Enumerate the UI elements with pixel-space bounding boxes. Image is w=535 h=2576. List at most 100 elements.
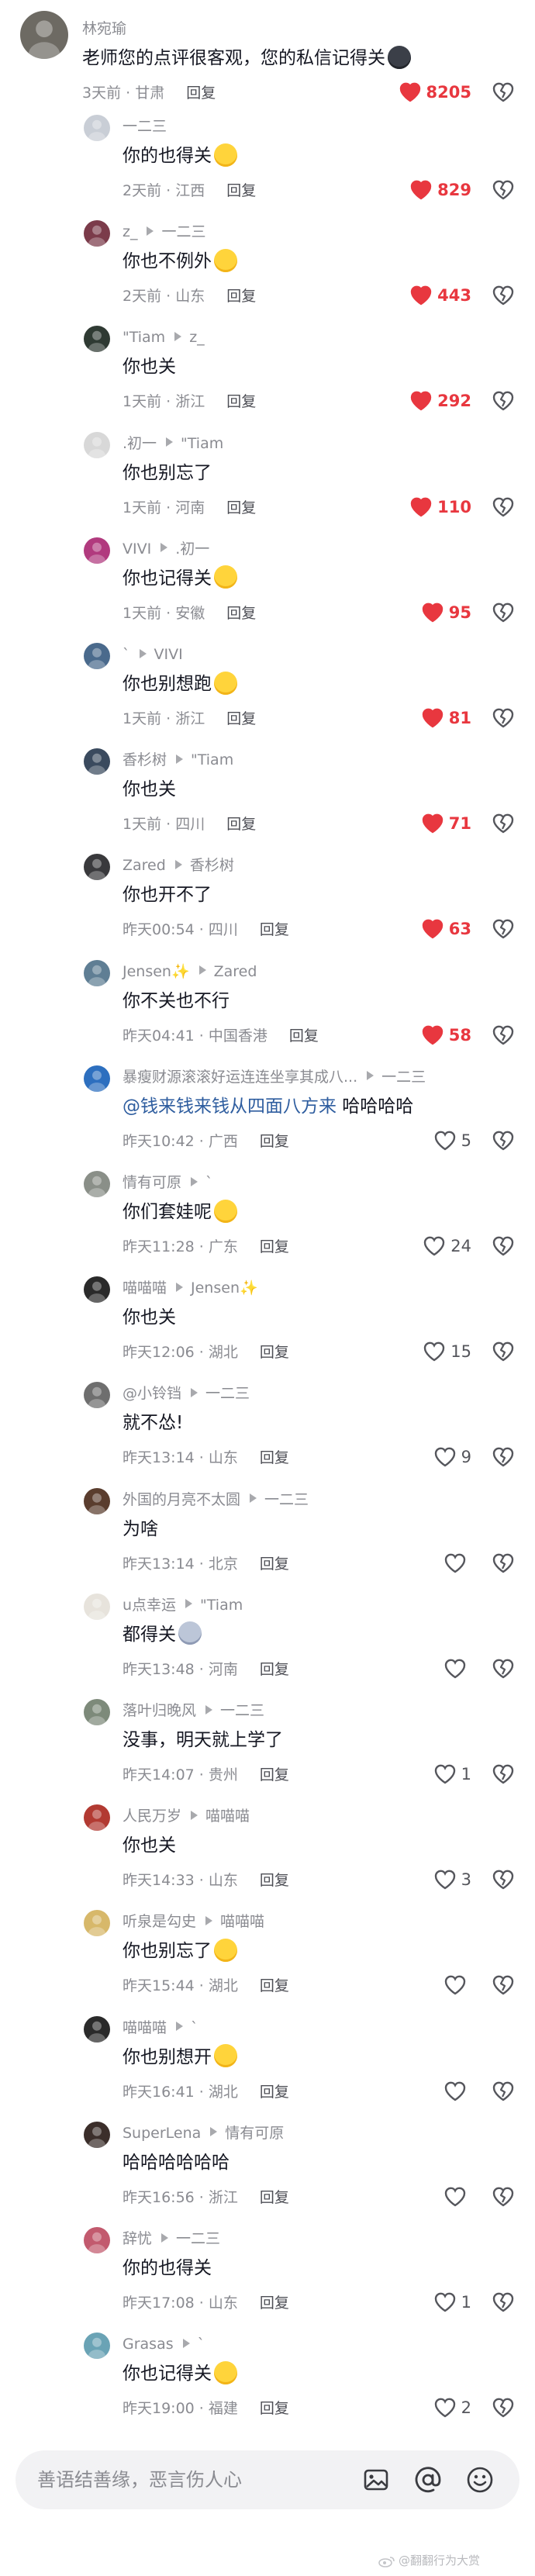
reply-button[interactable]: 回复 xyxy=(226,393,256,410)
like-button[interactable]: 292 xyxy=(409,388,471,414)
reply-button[interactable]: 回复 xyxy=(226,816,256,833)
dislike-button[interactable] xyxy=(491,1339,516,1364)
dislike-button[interactable] xyxy=(491,80,516,105)
username[interactable]: 暴瘦财源滚滚好运连连坐享其成八... xyxy=(123,1069,357,1086)
mention-link[interactable]: @钱来钱来钱从四面八方来 xyxy=(123,1096,337,1117)
like-button[interactable]: 63 xyxy=(421,916,471,942)
dislike-button[interactable] xyxy=(491,1445,516,1469)
reply-to-user[interactable]: "Tiam xyxy=(181,435,223,452)
username[interactable]: SuperLena xyxy=(123,2125,201,2142)
username[interactable]: 辞忧 xyxy=(123,2230,152,2247)
username[interactable]: .初一 xyxy=(123,435,157,452)
reply-button[interactable]: 回复 xyxy=(260,1556,289,1573)
dislike-button[interactable] xyxy=(491,178,516,202)
avatar[interactable] xyxy=(84,1487,110,1514)
username[interactable]: 喵喵喵 xyxy=(123,1279,167,1297)
reply-button[interactable]: 回复 xyxy=(260,921,289,938)
username[interactable]: z_ xyxy=(123,223,137,240)
dislike-button[interactable] xyxy=(491,283,516,308)
dislike-button[interactable] xyxy=(491,1128,516,1153)
like-button[interactable]: 24 xyxy=(423,1233,471,1259)
username[interactable]: 一二三 xyxy=(123,118,167,135)
reply-to-user[interactable]: Jensen✨ xyxy=(191,1279,258,1297)
reply-to-user[interactable]: ` xyxy=(198,2336,205,2353)
username[interactable]: Jensen✨ xyxy=(123,963,190,980)
username[interactable]: 落叶归晚风 xyxy=(123,1702,196,1719)
dislike-button[interactable] xyxy=(491,2395,516,2420)
reply-button[interactable]: 回复 xyxy=(260,1238,289,1255)
dislike-button[interactable] xyxy=(491,1973,516,1998)
dislike-button[interactable] xyxy=(491,1551,516,1576)
avatar[interactable] xyxy=(84,2333,110,2360)
dislike-button[interactable] xyxy=(491,2290,516,2315)
like-button[interactable]: 15 xyxy=(423,1338,471,1365)
username[interactable]: @小铃铛 xyxy=(123,1385,181,1402)
avatar[interactable] xyxy=(84,115,110,141)
reply-to-user[interactable]: 一二三 xyxy=(161,223,205,240)
like-button[interactable]: 8205 xyxy=(399,79,471,105)
username[interactable]: Grasas xyxy=(123,2336,174,2353)
reply-to-user[interactable]: ` xyxy=(191,2019,198,2036)
username[interactable]: 香杉树 xyxy=(123,751,167,768)
avatar[interactable] xyxy=(84,2121,110,2148)
reply-to-user[interactable]: 一二三 xyxy=(220,1702,264,1719)
username[interactable]: 人民万岁 xyxy=(123,1808,181,1825)
like-button[interactable] xyxy=(444,1550,471,1576)
username[interactable]: u点幸运 xyxy=(123,1597,176,1614)
dislike-button[interactable] xyxy=(491,917,516,941)
avatar[interactable] xyxy=(84,1804,110,1832)
dislike-button[interactable] xyxy=(491,2184,516,2209)
avatar[interactable] xyxy=(84,1171,110,1197)
image-icon[interactable] xyxy=(361,2464,392,2495)
avatar[interactable] xyxy=(84,431,110,458)
avatar[interactable] xyxy=(84,1910,110,1937)
dislike-button[interactable] xyxy=(491,2079,516,2104)
username[interactable]: VIVI xyxy=(123,540,151,558)
reply-button[interactable]: 回复 xyxy=(226,288,256,305)
like-button[interactable]: 9 xyxy=(433,1444,471,1470)
reply-button[interactable]: 回复 xyxy=(260,1344,289,1361)
reply-button[interactable]: 回复 xyxy=(289,1027,319,1045)
dislike-button[interactable] xyxy=(491,388,516,413)
avatar[interactable] xyxy=(84,1699,110,1725)
reply-button[interactable]: 回复 xyxy=(260,2189,289,2206)
like-button[interactable]: 71 xyxy=(421,810,471,837)
reply-button[interactable]: 回复 xyxy=(226,710,256,727)
reply-to-user[interactable]: 喵喵喵 xyxy=(205,1808,250,1825)
reply-to-user[interactable]: "Tiam xyxy=(191,751,233,768)
reply-button[interactable]: 回复 xyxy=(260,1661,289,1678)
avatar[interactable] xyxy=(84,1593,110,1620)
reply-to-user[interactable]: VIVI xyxy=(154,646,183,663)
avatar[interactable] xyxy=(84,748,110,775)
like-button[interactable]: 5 xyxy=(433,1127,471,1154)
username[interactable]: ` xyxy=(123,646,130,663)
dislike-button[interactable] xyxy=(491,1867,516,1892)
dislike-button[interactable] xyxy=(491,1762,516,1787)
avatar[interactable] xyxy=(84,220,110,247)
reply-to-user[interactable]: "Tiam xyxy=(200,1597,243,1614)
username[interactable]: "Tiam xyxy=(123,329,165,346)
like-button[interactable] xyxy=(444,1656,471,1682)
at-icon[interactable] xyxy=(412,2464,444,2495)
avatar[interactable] xyxy=(84,537,110,564)
username[interactable]: 情有可原 xyxy=(123,1174,181,1191)
reply-to-user[interactable]: ` xyxy=(205,1174,213,1191)
username[interactable]: 喵喵喵 xyxy=(123,2019,167,2036)
reply-button[interactable]: 回复 xyxy=(186,85,216,102)
comment-input-placeholder[interactable]: 善语结善缘，恶言伤人心 xyxy=(37,2450,242,2509)
avatar[interactable] xyxy=(84,643,110,669)
like-button[interactable]: 110 xyxy=(409,494,471,520)
emoji-icon[interactable] xyxy=(464,2464,495,2495)
reply-button[interactable]: 回复 xyxy=(260,2295,289,2312)
reply-to-user[interactable]: 情有可原 xyxy=(225,2125,284,2142)
avatar[interactable] xyxy=(20,11,68,59)
like-button[interactable]: 2 xyxy=(433,2395,471,2421)
like-button[interactable] xyxy=(444,2078,471,2105)
reply-to-user[interactable]: Zared xyxy=(214,963,257,980)
reply-to-user[interactable]: .初一 xyxy=(175,540,209,558)
dislike-button[interactable] xyxy=(491,600,516,625)
reply-button[interactable]: 回复 xyxy=(260,2084,289,2101)
like-button[interactable]: 829 xyxy=(409,177,471,203)
dislike-button[interactable] xyxy=(491,1023,516,1048)
reply-to-user[interactable]: 一二三 xyxy=(264,1491,309,1508)
